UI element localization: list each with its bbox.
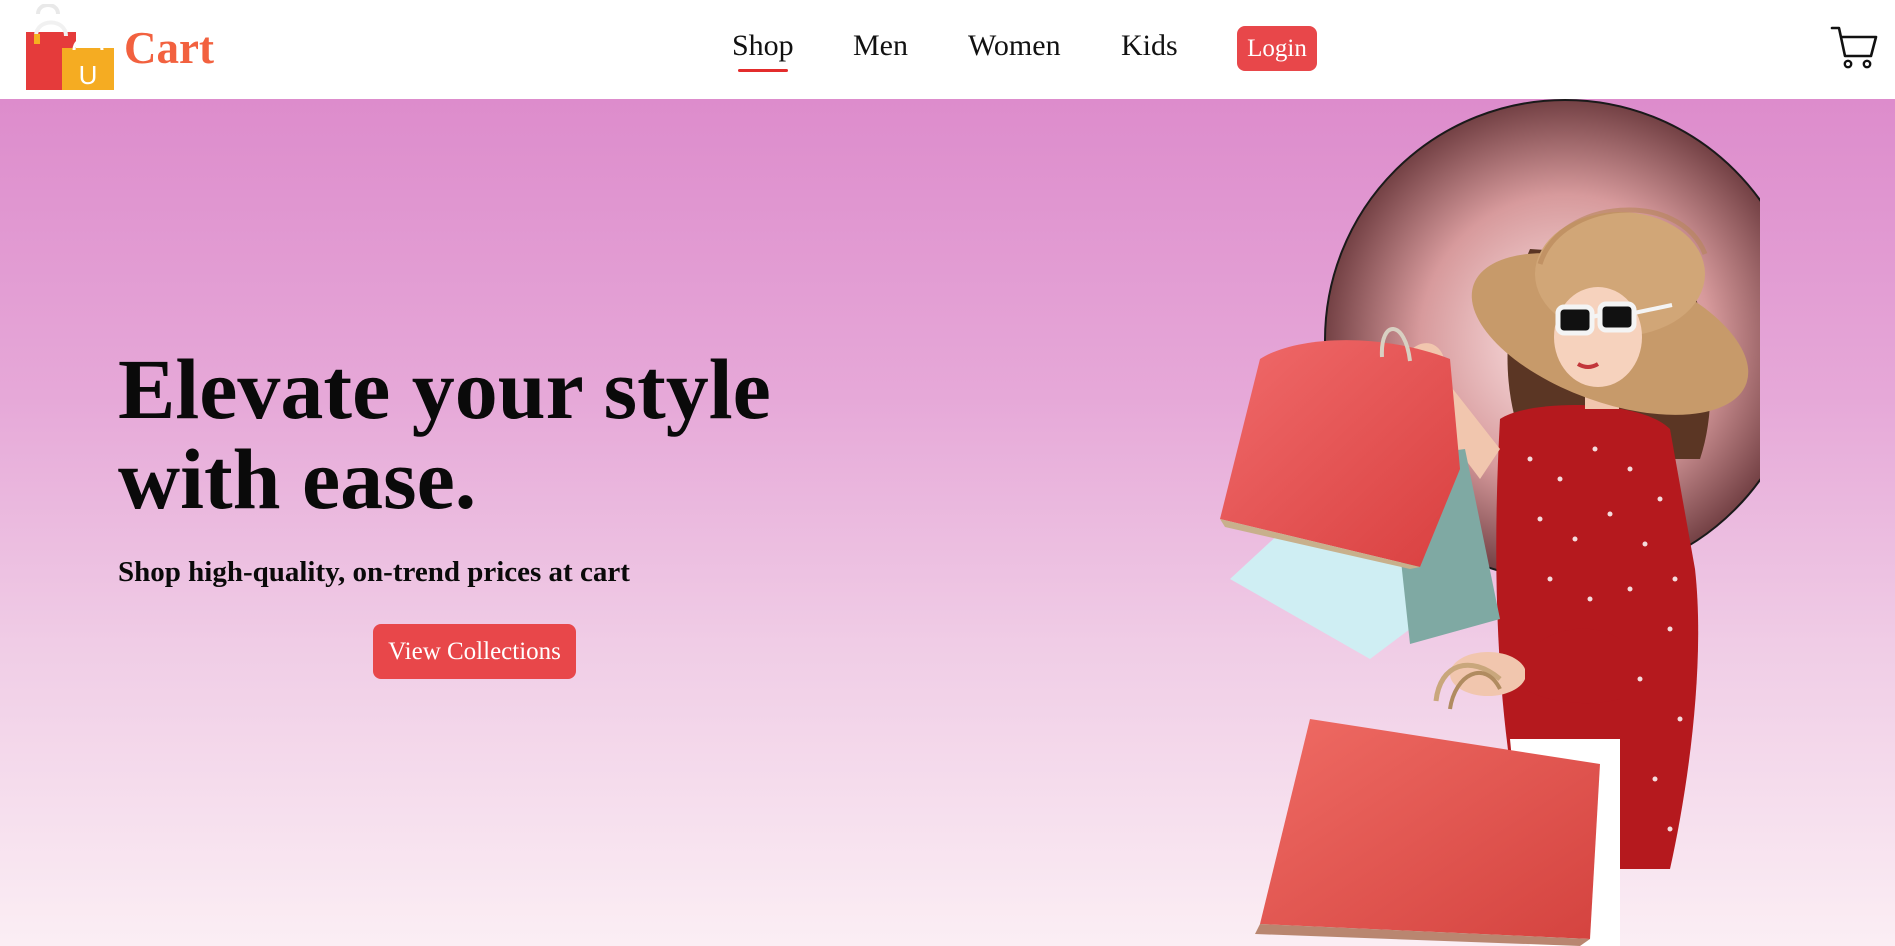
shopping-bags-logo-icon[interactable]: U [24, 4, 116, 92]
hero-model-image [1220, 99, 1760, 946]
nav-kids[interactable]: Kids [1121, 26, 1178, 66]
brand-name[interactable]: Cart [124, 22, 214, 74]
hero-title-line-1: Elevate your style [118, 341, 771, 437]
hero-title-line-2: with ease. [118, 431, 477, 527]
hero-section: Elevate your style with ease. Shop high-… [0, 99, 1895, 946]
nav-shop[interactable]: Shop [732, 26, 794, 72]
logo-letter: U [79, 60, 98, 90]
shopping-cart-icon[interactable] [1830, 24, 1878, 72]
site-header: U Cart Shop Men Women Kids Login [0, 0, 1895, 99]
hero-subtitle: Shop high-quality, on-trend prices at ca… [118, 556, 630, 588]
login-button[interactable]: Login [1237, 26, 1317, 71]
nav-men[interactable]: Men [853, 26, 908, 66]
nav-women[interactable]: Women [968, 26, 1061, 66]
view-collections-button[interactable]: View Collections [373, 624, 576, 679]
hero-title: Elevate your style with ease. [118, 344, 858, 524]
